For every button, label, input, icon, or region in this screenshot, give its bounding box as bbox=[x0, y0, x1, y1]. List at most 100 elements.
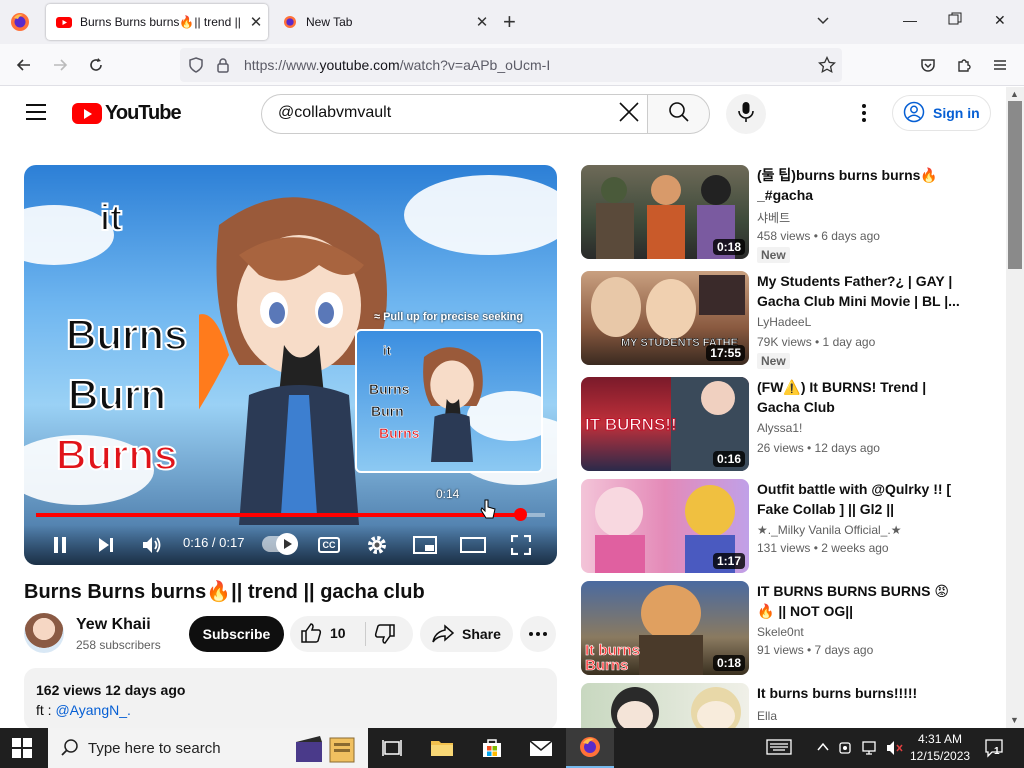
recommendation-title[interactable]: IT BURNS BURNS BURNS 😡 🔥 || NOT OG|| bbox=[757, 581, 962, 621]
channel-avatar[interactable] bbox=[24, 613, 64, 653]
network-icon[interactable] bbox=[862, 740, 880, 759]
address-bar[interactable]: https://www.youtube.com/watch?v=aAPb_oUc… bbox=[180, 48, 842, 82]
firefox-view-icon[interactable] bbox=[8, 10, 32, 34]
app-menu-hamburger-icon[interactable] bbox=[988, 53, 1012, 77]
recommendation-channel[interactable]: Alyssa1! bbox=[757, 421, 802, 435]
scrubber-handle[interactable] bbox=[514, 508, 528, 521]
description-box[interactable]: 162 views 12 days ago ft : @AyangN_. bbox=[24, 668, 557, 730]
share-label: Share bbox=[462, 626, 501, 642]
lock-icon[interactable] bbox=[216, 57, 230, 78]
settings-more-vert-icon[interactable] bbox=[852, 101, 876, 125]
tracking-protection-shield-icon[interactable] bbox=[188, 57, 204, 78]
pocket-icon[interactable] bbox=[916, 53, 940, 77]
reload-icon[interactable] bbox=[84, 53, 108, 77]
recommendation-item[interactable]: MY STUDENTS FATHE 17:55 My Students Fath… bbox=[581, 271, 981, 369]
recommendation-item[interactable]: It burns burns burns!!!!! Ella bbox=[581, 683, 981, 728]
extensions-puzzle-icon[interactable] bbox=[952, 53, 976, 77]
settings-button[interactable] bbox=[363, 531, 391, 559]
scrollbar-thumb[interactable] bbox=[1008, 101, 1022, 269]
fullscreen-button[interactable] bbox=[507, 531, 535, 559]
like-button[interactable]: 10 bbox=[300, 622, 346, 644]
pause-button[interactable] bbox=[46, 531, 74, 559]
search-box[interactable] bbox=[261, 94, 647, 134]
task-view-icon[interactable] bbox=[380, 736, 404, 760]
voice-search-button[interactable] bbox=[726, 94, 766, 134]
taskbar-firefox-active[interactable] bbox=[566, 728, 614, 768]
search-input[interactable] bbox=[278, 104, 598, 122]
close-tab-icon[interactable]: ✕ bbox=[244, 13, 268, 31]
recommendation-channel[interactable]: Skele0nt bbox=[757, 625, 804, 639]
recommendation-item[interactable]: 1:17 Outfit battle with @Qulrky !! [ Fak… bbox=[581, 479, 981, 574]
close-window-icon[interactable]: ✕ bbox=[994, 12, 1006, 29]
recommendation-item[interactable]: It burns Burns 0:18 IT BURNS BURNS BURNS… bbox=[581, 581, 981, 676]
back-arrow-icon[interactable] bbox=[12, 53, 36, 77]
search-button[interactable] bbox=[647, 94, 710, 134]
close-tab-icon[interactable]: ✕ bbox=[470, 13, 494, 31]
next-button[interactable] bbox=[92, 531, 120, 559]
recommendation-thumbnail[interactable]: 1:17 bbox=[581, 479, 749, 573]
recommendation-item[interactable]: IT BURNS!! 0:16 (FW⚠️) It BURNS! Trend |… bbox=[581, 377, 981, 472]
miniplayer-button[interactable] bbox=[411, 531, 439, 559]
recommendation-title[interactable]: My Students Father?¿ | GAY | Gacha Club … bbox=[757, 271, 962, 311]
recommendation-thumbnail[interactable] bbox=[581, 683, 749, 728]
search-highlight-clapperboard-icon[interactable] bbox=[294, 734, 358, 768]
description-mention-link[interactable]: @AyangN_. bbox=[55, 702, 130, 718]
recommendation-thumbnail[interactable]: MY STUDENTS FATHE 17:55 bbox=[581, 271, 749, 365]
show-hidden-icons-chevron-icon[interactable] bbox=[816, 740, 830, 757]
overlay-text-burn: Burn bbox=[67, 370, 167, 419]
share-button[interactable]: Share bbox=[420, 616, 513, 652]
dislike-button[interactable] bbox=[374, 623, 396, 650]
taskbar-search-box[interactable]: Type here to search bbox=[48, 728, 368, 768]
recommendation-title[interactable]: It burns burns burns!!!!! bbox=[757, 683, 962, 703]
autoplay-toggle[interactable] bbox=[262, 533, 298, 555]
taskbar-clock[interactable]: 4:31 AM 12/15/2023 bbox=[910, 731, 970, 765]
scroll-down-arrow-icon[interactable]: ▼ bbox=[1010, 715, 1019, 725]
new-tab-plus-icon[interactable]: + bbox=[503, 10, 516, 34]
video-player[interactable]: it Burns Burn Burns ≈ Pull up for precis… bbox=[24, 165, 557, 565]
subscribe-button[interactable]: Subscribe bbox=[189, 616, 284, 652]
recommendation-title[interactable]: Outfit battle with @Qulrky !! [ Fake Col… bbox=[757, 479, 962, 519]
recommendation-title[interactable]: (둘 팁)burns burns burns🔥 _#gacha bbox=[757, 165, 962, 205]
microsoft-store-icon[interactable] bbox=[480, 736, 504, 760]
keyboard-input-icon[interactable] bbox=[766, 739, 792, 758]
list-all-tabs-chevron-icon[interactable] bbox=[815, 12, 831, 33]
webcam-icon[interactable] bbox=[838, 740, 854, 759]
notification-center-icon[interactable]: 1 bbox=[984, 738, 1004, 758]
recommendation-thumbnail[interactable]: It burns Burns 0:18 bbox=[581, 581, 749, 675]
minimize-icon[interactable]: — bbox=[903, 12, 917, 28]
recommendation-channel[interactable]: Ella bbox=[757, 709, 777, 723]
maximize-icon[interactable] bbox=[948, 12, 962, 29]
windows-start-icon[interactable] bbox=[12, 738, 32, 758]
recommendation-thumbnail[interactable]: IT BURNS!! 0:16 bbox=[581, 377, 749, 471]
theater-mode-button[interactable] bbox=[459, 531, 487, 559]
subtitles-button[interactable]: CC bbox=[315, 531, 343, 559]
scroll-up-arrow-icon[interactable]: ▲ bbox=[1010, 89, 1019, 99]
autoplay-play-icon bbox=[284, 539, 292, 549]
recommendation-channel[interactable]: 샤베트 bbox=[757, 209, 790, 226]
clear-search-icon[interactable] bbox=[618, 101, 644, 127]
sign-in-button[interactable]: Sign in bbox=[892, 95, 991, 131]
recommendation-channel[interactable]: ★._Milky Vanila Official_.★ bbox=[757, 523, 901, 537]
tab-youtube[interactable]: Burns Burns burns🔥|| trend || g ✕ bbox=[46, 4, 268, 40]
progress-bar[interactable] bbox=[36, 508, 545, 521]
recommendation-item[interactable]: 0:18 (둘 팁)burns burns burns🔥 _#gacha 샤베트… bbox=[581, 165, 981, 263]
share-arrow-icon bbox=[432, 624, 454, 643]
mute-button[interactable] bbox=[138, 531, 166, 559]
preview-character-art bbox=[423, 347, 483, 462]
more-actions-icon[interactable] bbox=[520, 616, 556, 652]
forward-arrow-icon[interactable] bbox=[48, 53, 72, 77]
channel-name[interactable]: Yew Khaii bbox=[76, 616, 151, 634]
guide-menu-icon[interactable] bbox=[26, 104, 46, 125]
recommendation-thumbnail[interactable]: 0:18 bbox=[581, 165, 749, 259]
recommendation-channel[interactable]: LyHadeeL bbox=[757, 315, 811, 329]
bookmark-star-icon[interactable] bbox=[818, 55, 836, 79]
recommendation-title[interactable]: (FW⚠️) It BURNS! Trend | Gacha Club bbox=[757, 377, 962, 417]
file-explorer-folder-icon[interactable] bbox=[430, 736, 454, 760]
youtube-logo[interactable]: YouTube bbox=[72, 102, 182, 125]
page-scrollbar[interactable]: ▲ ▼ bbox=[1006, 87, 1024, 728]
mail-icon[interactable] bbox=[529, 736, 553, 760]
tab-new-tab[interactable]: New Tab ✕ bbox=[272, 4, 494, 40]
preview-text-burns-1: Burns bbox=[369, 381, 410, 398]
volume-muted-icon[interactable] bbox=[886, 740, 904, 759]
clock-date: 12/15/2023 bbox=[910, 749, 971, 763]
